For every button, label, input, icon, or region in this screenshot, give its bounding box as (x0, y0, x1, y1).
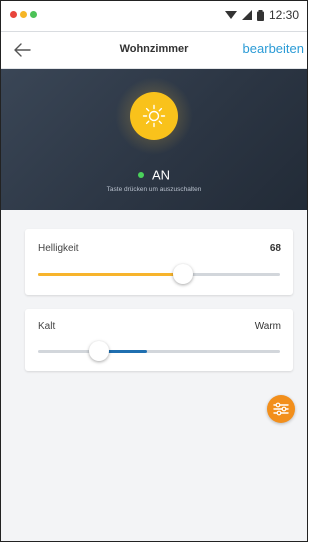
temperature-label-cold: Kalt (38, 321, 56, 332)
battery-icon (256, 9, 264, 21)
red-dot-icon (10, 11, 17, 18)
sliders-icon (273, 402, 289, 416)
edit-button[interactable]: bearbeiten (243, 41, 304, 56)
brightness-slider-thumb[interactable] (173, 264, 194, 284)
lamp-state: AN (1, 166, 307, 184)
lamp-state-label: AN (151, 167, 171, 183)
temperature-slider-thumb[interactable] (88, 341, 109, 361)
lamp-hint: Taste drücken um auszuschalten (106, 186, 202, 193)
lamp-toggle-button[interactable] (130, 92, 178, 140)
settings-fab-button[interactable] (267, 395, 295, 423)
sun-icon (142, 104, 166, 128)
signal-icon (241, 10, 252, 20)
color-temperature-card: Kalt Warm (25, 309, 293, 371)
brightness-label: Helligkeit (38, 243, 79, 254)
green-dot-icon (30, 11, 37, 18)
temperature-label-warm: Warm (254, 321, 281, 332)
phone-screen: 12:30 Wohnzimmer bearbeiten AN Taste drü… (0, 0, 308, 542)
brightness-slider-fill (38, 273, 184, 276)
status-time: 12:30 (268, 8, 299, 22)
status-dot-icon (137, 171, 144, 178)
app-header: Wohnzimmer bearbeiten (1, 32, 307, 69)
lamp-panel: AN Taste drücken um auszuschalten (1, 69, 307, 210)
brightness-value: 68 (269, 243, 281, 254)
window-dots (10, 11, 37, 18)
wifi-icon (224, 11, 237, 19)
temperature-slider[interactable] (38, 341, 280, 361)
brightness-card: Helligkeit 68 (25, 229, 293, 295)
yellow-dot-icon (20, 11, 27, 18)
brightness-slider[interactable] (38, 264, 280, 284)
status-indicators: 12:30 (224, 8, 299, 22)
status-bar: 12:30 (1, 1, 307, 32)
